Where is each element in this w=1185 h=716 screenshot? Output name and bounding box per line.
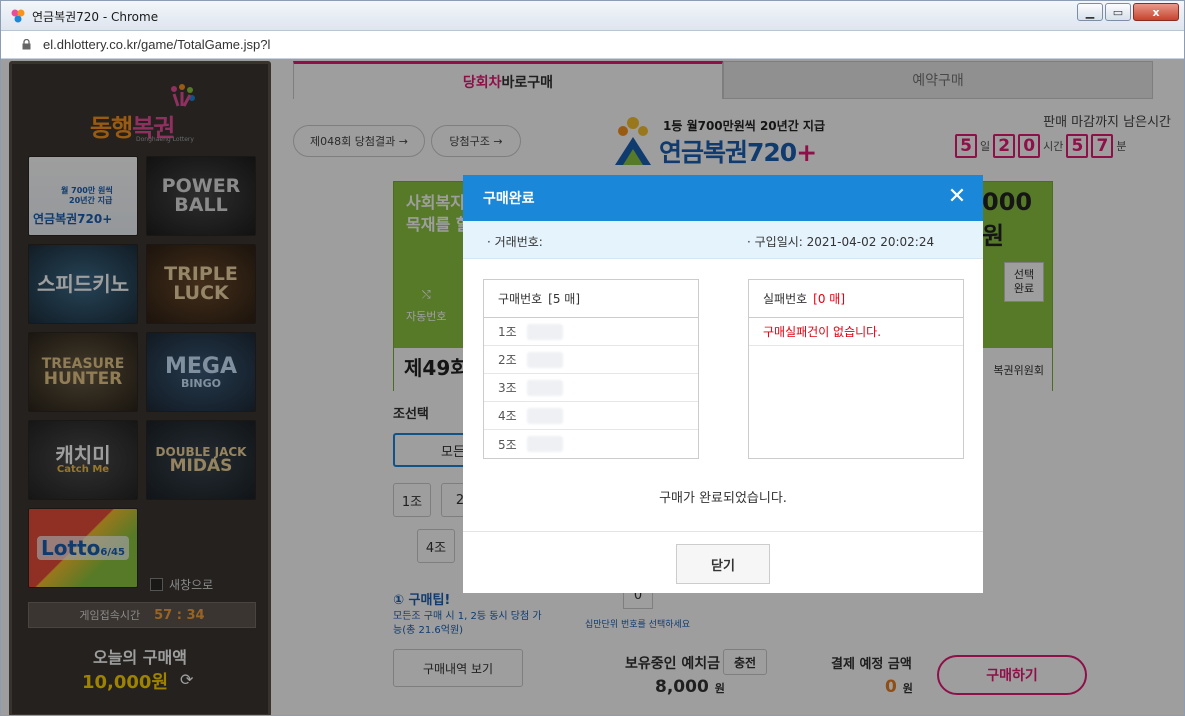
failed-numbers-box: 실패번호 [0 매] 구매실패건이 없습니다. xyxy=(748,279,964,459)
chrome-icon xyxy=(11,9,25,23)
blurred-number xyxy=(526,436,563,452)
blurred-number xyxy=(526,351,563,368)
blurred-number xyxy=(526,407,563,424)
list-item: 3조 xyxy=(484,374,698,402)
list-item: 4조 xyxy=(484,402,698,430)
bought-count: [5 매] xyxy=(548,292,581,306)
minimize-button[interactable]: ▁ xyxy=(1077,3,1103,21)
purchase-complete-dialog: 구매완료 ✕ · 거래번호: · 구입일시: 2021-04-02 20:02:… xyxy=(463,175,983,593)
close-icon[interactable]: ✕ xyxy=(945,185,969,209)
failed-numbers-label: 실패번호 xyxy=(763,292,808,306)
maximize-icon: ▭ xyxy=(1112,5,1124,19)
blurred-number xyxy=(526,379,563,396)
title-bar: 연금복권720 - Chrome ▁ ▭ x xyxy=(1,1,1184,31)
failed-count: [0 매] xyxy=(813,292,846,306)
dialog-title: 구매완료 xyxy=(483,191,535,207)
transaction-number-label: · 거래번호: xyxy=(487,235,543,249)
close-button[interactable]: 닫기 xyxy=(676,544,770,584)
group-label: 2조 xyxy=(498,353,517,367)
failed-numbers-header: 실패번호 [0 매] xyxy=(749,280,963,318)
blurred-number xyxy=(526,323,563,340)
bought-numbers-box: 구매번호 [5 매] 1조 2조 3조 4조 5조 xyxy=(483,279,699,459)
group-label: 4조 xyxy=(498,409,517,423)
window-title: 연금복권720 - Chrome xyxy=(32,10,159,24)
list-item: 2조 xyxy=(484,346,698,374)
purchase-datetime: · 구입일시: 2021-04-02 20:02:24 xyxy=(747,235,935,249)
list-item: 1조 xyxy=(484,318,698,346)
bought-numbers-label: 구매번호 xyxy=(498,292,543,306)
list-item: 구매실패건이 없습니다. xyxy=(749,318,963,346)
minimize-icon: ▁ xyxy=(1085,5,1095,19)
page-content: 동행복권 Donghaeng Lottery 월 700만 원씩 20년간 지급… xyxy=(1,59,1184,715)
group-label: 1조 xyxy=(498,325,517,339)
maximize-button[interactable]: ▭ xyxy=(1105,3,1131,21)
close-icon: x xyxy=(1152,5,1160,19)
lock-icon xyxy=(22,39,31,50)
close-window-button[interactable]: x xyxy=(1133,3,1179,21)
dialog-footer: 닫기 xyxy=(463,531,983,593)
dialog-header: 구매완료 ✕ xyxy=(463,175,983,221)
bought-numbers-header: 구매번호 [5 매] xyxy=(484,280,698,318)
browser-window: 연금복권720 - Chrome ▁ ▭ x el.dhlottery.co.k… xyxy=(0,0,1185,716)
group-label: 3조 xyxy=(498,381,517,395)
completion-message: 구매가 완료되었습니다. xyxy=(659,491,787,506)
url-text[interactable]: el.dhlottery.co.kr/game/TotalGame.jsp?l xyxy=(43,37,270,52)
transaction-info: · 거래번호: · 구입일시: 2021-04-02 20:02:24 xyxy=(463,221,983,259)
address-bar[interactable]: el.dhlottery.co.kr/game/TotalGame.jsp?l xyxy=(1,31,1184,59)
group-label: 5조 xyxy=(498,437,517,452)
list-item: 5조 xyxy=(484,430,698,458)
no-failures-message: 구매실패건이 없습니다. xyxy=(763,325,882,339)
